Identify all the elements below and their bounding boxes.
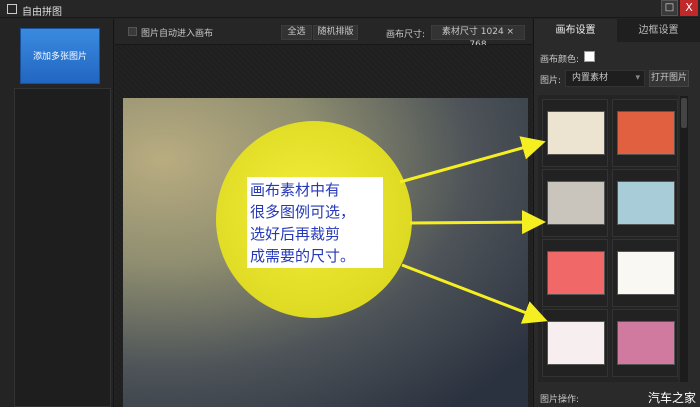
arrow-1 (399, 136, 546, 184)
arrow-3 (401, 263, 548, 324)
arrow-2 (409, 210, 546, 235)
callout-arrows (399, 136, 548, 324)
watermark: 汽车之家 (648, 391, 697, 405)
